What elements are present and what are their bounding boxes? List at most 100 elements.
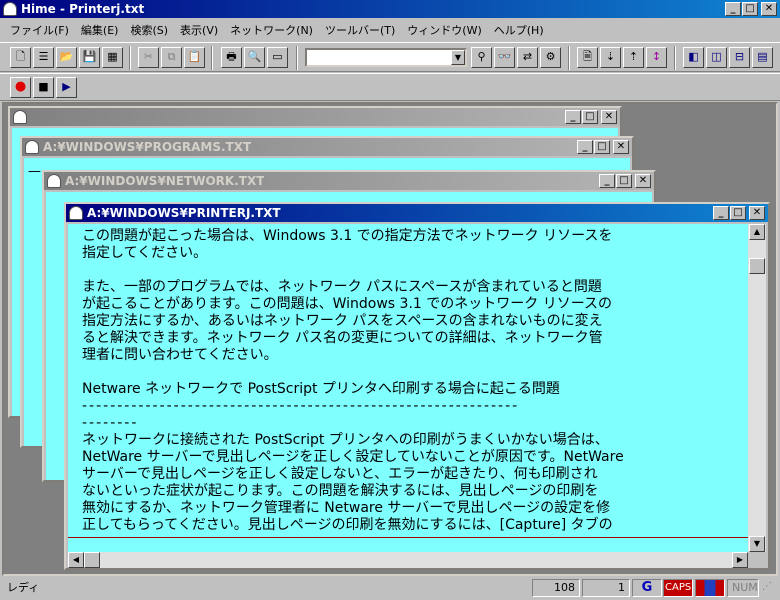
- search-combo[interactable]: ▼: [305, 48, 467, 67]
- replace-all-icon[interactable]: ⚙: [540, 47, 561, 68]
- app-icon[interactable]: [3, 2, 17, 16]
- document-line[interactable]: 指定してください。: [82, 245, 732, 262]
- minimize-button[interactable]: _: [599, 174, 615, 188]
- tile-vertical-icon[interactable]: ◫: [706, 47, 727, 68]
- cascade-windows-icon[interactable]: ◧: [683, 47, 704, 68]
- window-title: A:¥WINDOWS¥PROGRAMS.TXT: [43, 140, 252, 154]
- stop-macro-icon[interactable]: ■: [33, 77, 54, 98]
- scroll-up-icon[interactable]: ▲: [749, 224, 765, 240]
- window-title-bar[interactable]: A:¥WINDOWS¥PROGRAMS.TXT _ □ ✕: [22, 138, 632, 156]
- mdi-client-area: _ □ ✕ A:¥WINDOWS¥PROGRAMS.TXT _ □ ✕ ————…: [2, 102, 778, 576]
- menu-edit[interactable]: 編集(E): [75, 22, 125, 38]
- window-title-bar[interactable]: _ □ ✕: [10, 108, 620, 126]
- scroll-down-icon[interactable]: ▼: [749, 536, 765, 552]
- status-column: 1: [582, 579, 630, 597]
- app-close-button[interactable]: ✕: [761, 2, 777, 16]
- document-line[interactable]: ネットワークに接続された PostScript プリンタへの印刷がうまくいかない…: [82, 432, 732, 449]
- ime-g-icon[interactable]: G: [632, 579, 662, 597]
- close-button[interactable]: ✕: [635, 174, 651, 188]
- document-line[interactable]: Netware ネットワークで PostScript プリンタへ印刷する場合に起…: [82, 381, 732, 398]
- horizontal-scrollbar[interactable]: ◀ ▶: [68, 552, 748, 568]
- arrange-icons-icon[interactable]: ▤: [752, 47, 773, 68]
- vertical-scrollbar[interactable]: ▲ ▼: [748, 224, 766, 552]
- menu-toolbar[interactable]: ツールバー(T): [319, 22, 401, 38]
- maximize-button[interactable]: □: [582, 110, 598, 124]
- ime-mode-icon[interactable]: [695, 579, 725, 597]
- document-line[interactable]: ると解決できます。ネットワーク パス名の変更についての詳細は、ネットワーク管: [82, 330, 732, 347]
- open-folder-icon[interactable]: 📂: [56, 47, 77, 68]
- minimize-button[interactable]: _: [565, 110, 581, 124]
- page-setup-icon[interactable]: ▭: [267, 47, 288, 68]
- toolbar-separator: [674, 46, 676, 70]
- document-icon[interactable]: [13, 110, 27, 124]
- minimize-button[interactable]: _: [577, 140, 593, 154]
- chevron-down-icon[interactable]: ▼: [451, 50, 465, 65]
- app-maximize-button[interactable]: □: [742, 2, 758, 16]
- maximize-button[interactable]: □: [616, 174, 632, 188]
- maximize-button[interactable]: □: [594, 140, 610, 154]
- copy-icon[interactable]: ⧉: [161, 47, 182, 68]
- scroll-thumb[interactable]: [749, 258, 765, 274]
- document-line[interactable]: また、一部のプログラムでは、ネットワーク パスにスペースが含まれていると問題: [82, 279, 732, 296]
- document-text[interactable]: この問題が起こった場合は、Windows 3.1 での指定方法でネットワーク リ…: [82, 228, 732, 534]
- document-line[interactable]: [82, 262, 732, 279]
- close-button[interactable]: ✕: [601, 110, 617, 124]
- document-line[interactable]: ----------------------------------------…: [82, 398, 732, 415]
- menu-search[interactable]: 検索(S): [124, 22, 174, 38]
- doc-down-icon[interactable]: ⇣: [600, 47, 621, 68]
- menu-network[interactable]: ネットワーク(N): [224, 22, 319, 38]
- open-list-icon[interactable]: ☰: [33, 47, 54, 68]
- tile-horizontal-icon[interactable]: ⊟: [729, 47, 750, 68]
- macro-toolbar: ● ■ ▶: [0, 73, 780, 101]
- document-icon[interactable]: [69, 206, 83, 220]
- caps-indicator: CAPS: [663, 579, 693, 597]
- record-macro-icon[interactable]: ●: [10, 77, 31, 98]
- window-title-bar[interactable]: A:¥WINDOWS¥PRINTERJ.TXT _ □ ✕: [66, 204, 768, 222]
- menu-file[interactable]: ファイル(F): [4, 22, 75, 38]
- document-line[interactable]: この問題が起こった場合は、Windows 3.1 での指定方法でネットワーク リ…: [82, 228, 732, 245]
- cut-icon[interactable]: ✂: [138, 47, 159, 68]
- save-icon[interactable]: 💾: [79, 47, 100, 68]
- maximize-button[interactable]: □: [730, 206, 746, 220]
- document-line[interactable]: [82, 364, 732, 381]
- doc-top-icon[interactable]: 🗎: [577, 47, 598, 68]
- save-all-icon[interactable]: ▦: [102, 47, 123, 68]
- document-line[interactable]: 正してもらってください。見出しページの印刷を無効にするには、[Capture] …: [82, 517, 732, 534]
- mdi-window-printer[interactable]: A:¥WINDOWS¥PRINTERJ.TXT _ □ ✕ この問題が起こった場…: [64, 202, 770, 570]
- app-title-bar[interactable]: Hime - Printerj.txt _ □ ✕: [0, 0, 780, 18]
- print-preview-icon[interactable]: 🔍: [244, 47, 265, 68]
- doc-jump-icon[interactable]: ↕: [646, 47, 667, 68]
- doc-up-icon[interactable]: ⇡: [623, 47, 644, 68]
- document-icon[interactable]: [25, 140, 39, 154]
- document-line[interactable]: --------: [82, 415, 732, 432]
- new-file-icon[interactable]: 🗋: [10, 47, 31, 68]
- document-line[interactable]: NetWare サーバーで見出しページを正しく設定していないことが原因です。Ne…: [82, 449, 732, 466]
- document-line[interactable]: 指定方法にするか、あるいはネットワーク パスをスペースの含まれないものに変え: [82, 313, 732, 330]
- document-line[interactable]: サーバーで見出しページを正しく設定しないと、エラーが起きたり、何も印刷され: [82, 466, 732, 483]
- play-macro-icon[interactable]: ▶: [56, 77, 77, 98]
- document-icon[interactable]: [47, 174, 61, 188]
- find-next-icon[interactable]: 👓: [494, 47, 515, 68]
- find-icon[interactable]: ⚲: [471, 47, 492, 68]
- close-button[interactable]: ✕: [613, 140, 629, 154]
- document-line[interactable]: 理者に問い合わせてください。: [82, 347, 732, 364]
- app-minimize-button[interactable]: _: [725, 2, 741, 16]
- document-text-area[interactable]: この問題が起こった場合は、Windows 3.1 での指定方法でネットワーク リ…: [68, 224, 748, 552]
- hscroll-thumb[interactable]: [84, 552, 100, 568]
- window-title-bar[interactable]: A:¥WINDOWS¥NETWORK.TXT _ □ ✕: [44, 172, 654, 190]
- document-line[interactable]: ないといった症状が起こります。この問題を解決するには、見出しページの印刷を: [82, 483, 732, 500]
- scroll-right-icon[interactable]: ▶: [732, 552, 748, 568]
- menu-help[interactable]: ヘルプ(H): [488, 22, 550, 38]
- menu-window[interactable]: ウィンドウ(W): [401, 22, 487, 38]
- print-icon[interactable]: 🖶: [221, 47, 242, 68]
- toolbar-separator: [568, 46, 570, 70]
- minimize-button[interactable]: _: [713, 206, 729, 220]
- menu-view[interactable]: 表示(V): [174, 22, 224, 38]
- scroll-left-icon[interactable]: ◀: [68, 552, 84, 568]
- replace-icon[interactable]: ⇄: [517, 47, 538, 68]
- document-line[interactable]: 無効にするか、ネットワーク管理者に Netware サーバーで見出しページの設定…: [82, 500, 732, 517]
- close-button[interactable]: ✕: [749, 206, 765, 220]
- document-line[interactable]: が起こることがあります。この問題は、Windows 3.1 でのネットワーク リ…: [82, 296, 732, 313]
- paste-icon[interactable]: 📋: [184, 47, 205, 68]
- resize-grip-icon[interactable]: ⋰: [762, 581, 776, 595]
